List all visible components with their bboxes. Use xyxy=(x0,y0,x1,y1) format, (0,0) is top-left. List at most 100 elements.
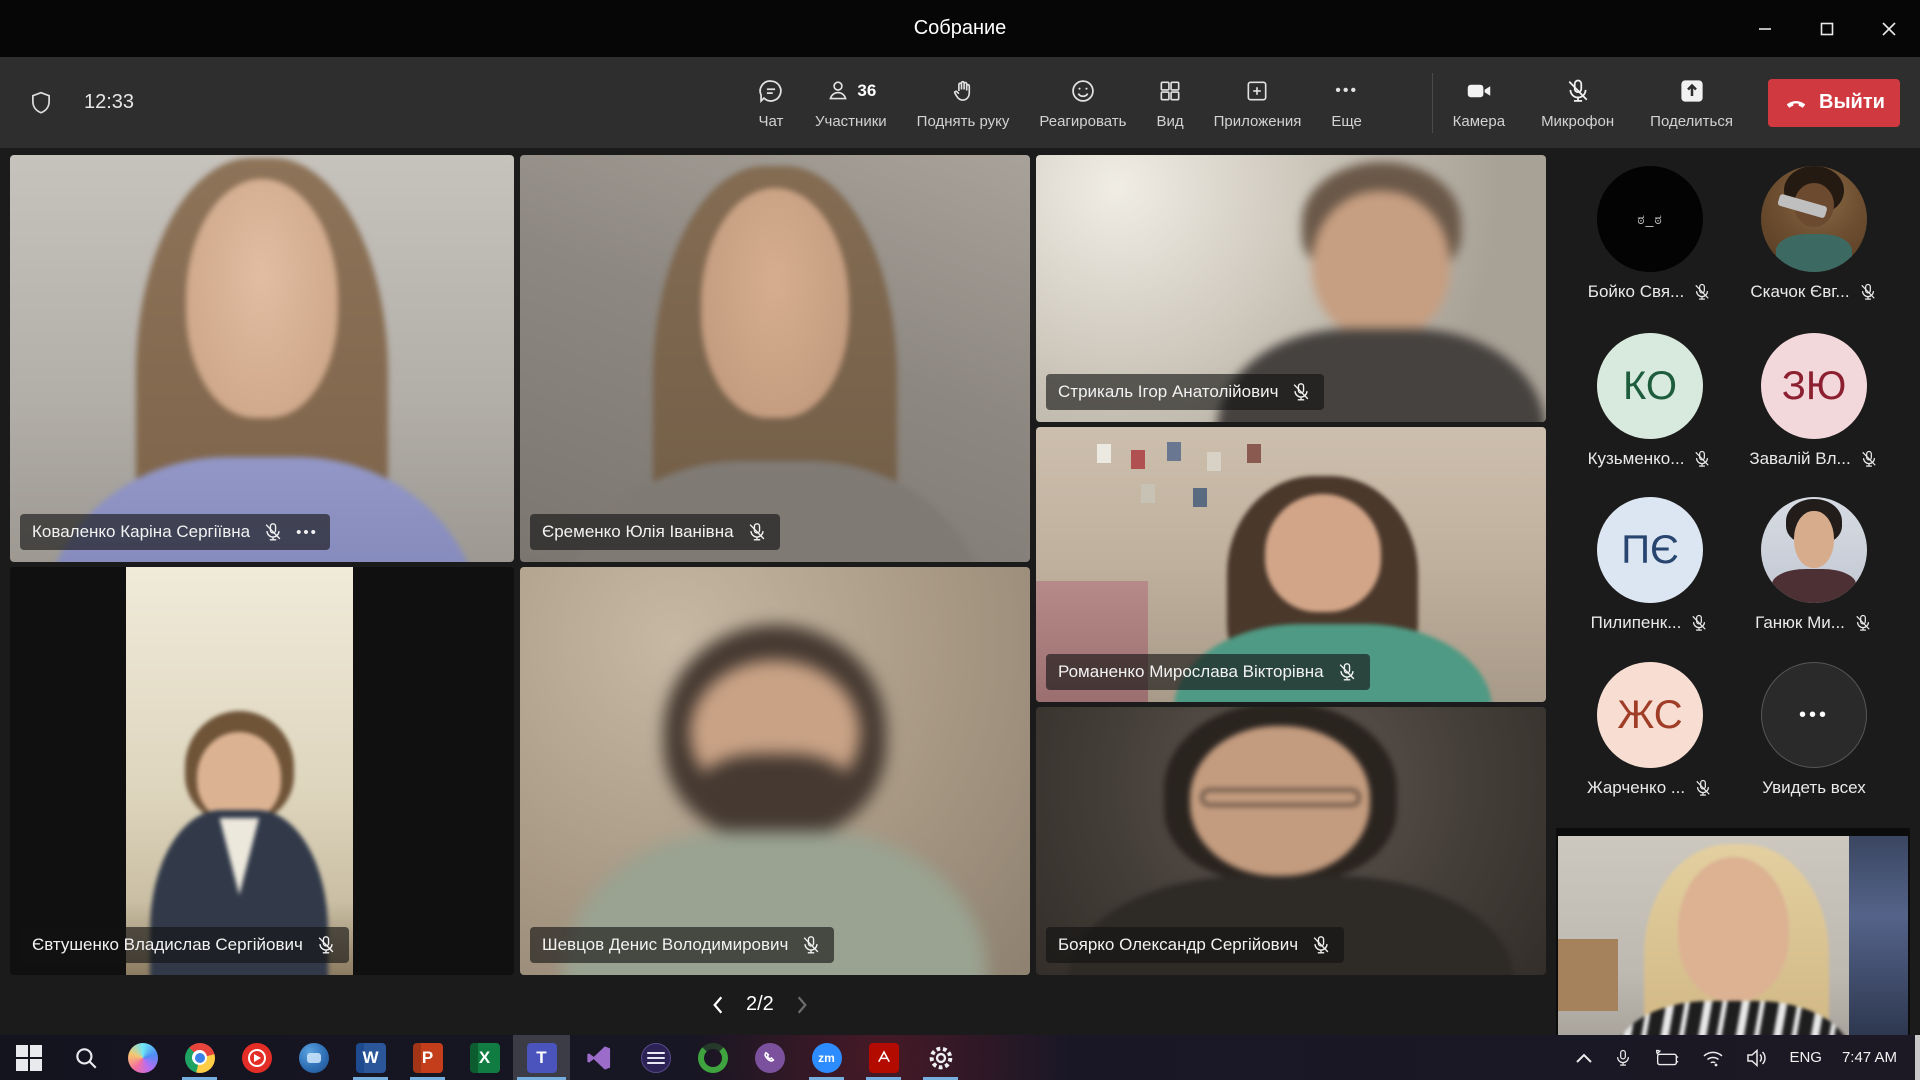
system-clock[interactable]: 7:47 AM xyxy=(1842,1049,1897,1066)
apps-icon xyxy=(1244,77,1270,105)
tile-more-options-icon[interactable]: ••• xyxy=(296,524,318,541)
taskbar-teams-active[interactable]: T xyxy=(513,1035,570,1080)
taskbar-copilot[interactable] xyxy=(114,1035,171,1080)
participant-cell-kuzmenko[interactable]: КО Кузьменко... xyxy=(1568,333,1732,469)
video-tile-romanenko[interactable]: Романенко Мирослава Вікторівна xyxy=(1036,427,1546,702)
share-label: Поделиться xyxy=(1650,113,1733,130)
taskbar-word[interactable]: W xyxy=(342,1035,399,1080)
participant-video xyxy=(520,567,1030,975)
participant-cell-zharchenko[interactable]: ЖС Жарченко ... xyxy=(1568,662,1732,798)
self-video xyxy=(1558,836,1908,1035)
tray-microphone-icon[interactable] xyxy=(1613,1046,1633,1070)
tray-chevron-up-icon[interactable] xyxy=(1575,1051,1593,1065)
participant-name: Кузьменко... xyxy=(1588,449,1685,469)
participant-name-tag: Єременко Юлія Іванівна xyxy=(530,514,780,550)
taskbar-chrome[interactable] xyxy=(171,1035,228,1080)
mic-muted-icon xyxy=(746,521,768,543)
eclipse-icon xyxy=(641,1043,671,1073)
taskbar-viber[interactable] xyxy=(741,1035,798,1080)
participant-name-tag: Євтушенко Владислав Сергійович xyxy=(20,927,349,963)
tray-volume-icon[interactable] xyxy=(1745,1048,1769,1068)
search-button[interactable] xyxy=(57,1035,114,1080)
minimize-icon xyxy=(1758,22,1772,36)
previous-page-button[interactable] xyxy=(710,995,726,1015)
toolbar-right: Камера Микрофон Поделиться Выйти xyxy=(1438,57,1900,148)
mic-muted-icon xyxy=(262,521,284,543)
mic-muted-icon xyxy=(315,934,337,956)
participants-count-badge: 36 xyxy=(857,81,876,101)
react-label: Реагировать xyxy=(1039,113,1126,130)
share-button[interactable]: Поделиться xyxy=(1635,76,1748,130)
participant-name: Єременко Юлія Іванівна xyxy=(542,522,734,542)
apps-button[interactable]: Приложения xyxy=(1199,57,1317,148)
word-icon: W xyxy=(356,1043,386,1073)
taskbar-blue-app[interactable] xyxy=(285,1035,342,1080)
leave-button[interactable]: Выйти xyxy=(1768,79,1900,127)
video-tile-boyarko[interactable]: Боярко Олександр Сергійович xyxy=(1036,707,1546,975)
video-tile-yeremenko[interactable]: Єременко Юлія Іванівна xyxy=(520,155,1030,562)
avatar-photo xyxy=(1761,497,1867,603)
avatar-initials: КО xyxy=(1597,333,1703,439)
page-indicator: 2/2 xyxy=(746,993,774,1016)
language-indicator[interactable]: ENG xyxy=(1789,1049,1822,1066)
taskbar-youtube-music[interactable] xyxy=(228,1035,285,1080)
raise-hand-icon xyxy=(950,77,976,105)
participants-button[interactable]: 36 Участники xyxy=(800,57,902,148)
tray-wifi-icon[interactable] xyxy=(1701,1048,1725,1068)
video-tile-shevtsov[interactable]: Шевцов Денис Володимирович xyxy=(520,567,1030,975)
taskbar-excel[interactable]: X xyxy=(456,1035,513,1080)
avatar-emoticon: ಠ_ಠ xyxy=(1637,211,1663,228)
participant-cell-boyko[interactable]: ಠ_ಠ Бойко Свя... xyxy=(1568,166,1732,302)
teams-icon: T xyxy=(527,1043,557,1073)
more-button[interactable]: ••• Еще xyxy=(1316,57,1377,148)
taskbar-zoom[interactable]: zm xyxy=(798,1035,855,1080)
teams-meeting-window: Собрание 12:33 xyxy=(0,0,1920,1080)
react-button[interactable]: Реагировать xyxy=(1024,57,1141,148)
video-tile-kovalenko[interactable]: Коваленко Каріна Сергіївна ••• xyxy=(10,155,514,562)
avatar-photo xyxy=(1761,166,1867,272)
see-everyone-cell[interactable]: ••• Увидеть всех xyxy=(1732,662,1896,798)
ellipsis-icon: ••• xyxy=(1799,704,1829,727)
windows-logo-icon xyxy=(16,1045,42,1071)
toolbar-center: Чат 36 Участники Поднять руку xyxy=(742,57,1377,148)
microphone-button[interactable]: Микрофон xyxy=(1526,76,1629,130)
show-desktop-button[interactable] xyxy=(1915,1035,1920,1080)
minimize-button[interactable] xyxy=(1734,0,1796,57)
taskbar-settings[interactable] xyxy=(912,1035,969,1080)
close-button[interactable] xyxy=(1858,0,1920,57)
mic-muted-icon xyxy=(1859,449,1879,469)
video-tile-yevtushenko[interactable]: Євтушенко Владислав Сергійович xyxy=(10,567,514,975)
avatar-initials: ПЄ xyxy=(1597,497,1703,603)
next-page-button[interactable] xyxy=(794,995,810,1015)
participant-cell-pylypenko[interactable]: ПЄ Пилипенк... xyxy=(1568,497,1732,633)
chat-button[interactable]: Чат xyxy=(742,57,800,148)
zoom-icon: zm xyxy=(812,1043,842,1073)
maximize-button[interactable] xyxy=(1796,0,1858,57)
participant-name: Пилипенк... xyxy=(1591,613,1682,633)
more-label: Еще xyxy=(1331,113,1362,130)
taskbar-eclipse[interactable] xyxy=(627,1035,684,1080)
taskbar-acrobat[interactable] xyxy=(855,1035,912,1080)
participant-cell-hanyuk[interactable]: Ганюк Ми... xyxy=(1732,497,1896,633)
participant-name-tag: Романенко Мирослава Вікторівна xyxy=(1046,654,1370,690)
title-bar: Собрание xyxy=(0,0,1920,57)
self-view-video[interactable] xyxy=(1556,828,1910,1035)
participant-name: Ганюк Ми... xyxy=(1755,613,1845,633)
taskbar-green-ring-app[interactable] xyxy=(684,1035,741,1080)
view-button[interactable]: Вид xyxy=(1141,57,1198,148)
participants-label: Участники xyxy=(815,113,887,130)
raise-hand-button[interactable]: Поднять руку xyxy=(902,57,1025,148)
video-tile-strykal[interactable]: Стрикаль Ігор Анатолійович xyxy=(1036,155,1546,422)
tray-battery-icon[interactable] xyxy=(1653,1048,1681,1068)
participant-name-tag: Коваленко Каріна Сергіївна ••• xyxy=(20,514,330,550)
camera-label: Камера xyxy=(1453,113,1505,130)
taskbar-powerpoint[interactable]: P xyxy=(399,1035,456,1080)
see-everyone-icon[interactable]: ••• xyxy=(1761,662,1867,768)
participant-cell-zavaliy[interactable]: ЗЮ Завалій Вл... xyxy=(1732,333,1896,469)
mic-muted-icon xyxy=(800,934,822,956)
camera-button[interactable]: Камера xyxy=(1438,76,1520,130)
start-button[interactable] xyxy=(0,1035,57,1080)
taskbar-visual-studio[interactable] xyxy=(570,1035,627,1080)
initials-text: ПЄ xyxy=(1621,528,1679,573)
participant-cell-skachok[interactable]: Скачок Євг... xyxy=(1732,166,1896,302)
